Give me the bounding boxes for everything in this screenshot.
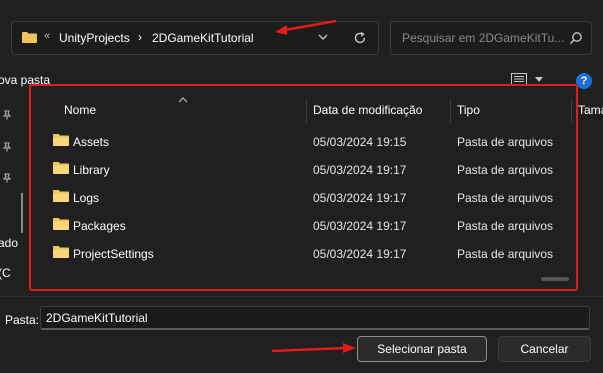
cancel-button[interactable]: Cancelar — [498, 336, 591, 362]
address-bar[interactable]: « UnityProjects › 2DGameKitTutorial — [11, 21, 379, 55]
overflow-chevron-icon[interactable]: « — [44, 30, 50, 42]
breadcrumb-separator-icon[interactable]: › — [138, 30, 142, 44]
search-icon[interactable] — [569, 31, 583, 45]
pin-icon[interactable] — [2, 110, 12, 120]
breadcrumb-2dgamekittutorial[interactable]: 2DGameKitTutorial — [152, 31, 254, 45]
help-icon[interactable]: ? — [576, 73, 592, 89]
nav-scrollbar[interactable] — [21, 193, 23, 233]
pin-icon[interactable] — [2, 142, 12, 152]
select-folder-button[interactable]: Selecionar pasta — [357, 336, 487, 362]
annotation-highlight-box — [29, 84, 578, 291]
chevron-down-icon[interactable] — [535, 77, 543, 83]
search-box[interactable]: Pesquisar em 2DGameKitTu... — [390, 21, 592, 55]
search-input[interactable]: Pesquisar em 2DGameKitTu... — [402, 31, 564, 45]
refresh-icon[interactable] — [352, 30, 368, 46]
column-header-size[interactable]: Tama — [578, 103, 603, 117]
folder-name-input[interactable] — [40, 306, 590, 330]
nav-item[interactable]: ado — [0, 236, 18, 250]
annotation-arrow-select — [271, 343, 356, 353]
breadcrumb-unityprojects[interactable]: UnityProjects — [59, 31, 130, 45]
nav-item[interactable]: (C — [0, 266, 11, 280]
divider — [0, 296, 603, 297]
chevron-down-icon[interactable] — [318, 33, 328, 41]
folder-icon — [22, 32, 37, 43]
pin-icon[interactable] — [2, 173, 12, 183]
folder-field-label: Pasta: — [5, 313, 40, 327]
